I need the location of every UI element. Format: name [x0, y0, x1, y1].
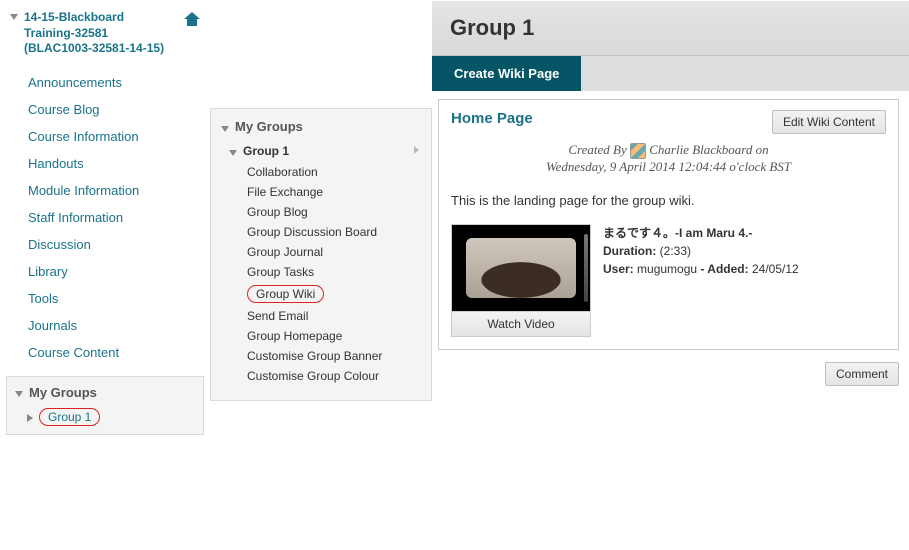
wiki-content: Home Page Edit Wiki Content Created By C… [438, 99, 899, 350]
nav-course-content[interactable]: Course Content [6, 339, 204, 366]
tool-collaboration[interactable]: Collaboration [215, 162, 427, 182]
user-value: mugumogu [637, 262, 697, 276]
tool-customise-group-banner[interactable]: Customise Group Banner [215, 346, 427, 366]
created-prefix: Created By [568, 142, 626, 157]
duration-value: (2:33) [660, 244, 691, 258]
nav-discussion[interactable]: Discussion [6, 231, 204, 258]
edit-wiki-content-button[interactable]: Edit Wiki Content [772, 110, 886, 134]
nav-staff-information[interactable]: Staff Information [6, 204, 204, 231]
nav-library[interactable]: Library [6, 258, 204, 285]
video-thumbnail-image [466, 238, 576, 298]
tab-bar: Create Wiki Page [432, 56, 909, 91]
group-name: Group 1 [243, 144, 289, 158]
course-nav: Announcements Course Blog Course Informa… [6, 69, 204, 366]
page-title: Group 1 [450, 15, 891, 41]
nav-handouts[interactable]: Handouts [6, 150, 204, 177]
tool-group-wiki[interactable]: Group Wiki [215, 282, 427, 306]
my-groups-mid-heading: My Groups [235, 119, 303, 134]
nav-tools[interactable]: Tools [6, 285, 204, 312]
author-name: Charlie Blackboard [649, 142, 752, 157]
tool-group-homepage[interactable]: Group Homepage [215, 326, 427, 346]
collapse-my-groups-mid-icon[interactable] [221, 126, 229, 132]
nav-module-information[interactable]: Module Information [6, 177, 204, 204]
sidebar-group-link[interactable]: Group 1 [48, 410, 91, 424]
chevron-right-icon [414, 146, 419, 154]
watch-video-button[interactable]: Watch Video [452, 311, 590, 336]
created-suffix: on [756, 142, 769, 157]
collapse-group-icon[interactable] [229, 150, 237, 156]
avatar-icon [630, 143, 646, 159]
collapse-course-icon[interactable] [10, 14, 18, 20]
collapse-my-groups-icon[interactable] [15, 391, 23, 397]
nav-announcements[interactable]: Announcements [6, 69, 204, 96]
tool-group-discussion-board[interactable]: Group Discussion Board [215, 222, 427, 242]
home-icon[interactable] [184, 12, 200, 26]
wiki-page-title: Home Page [451, 110, 533, 127]
my-groups-heading: My Groups [29, 385, 97, 400]
course-title-link[interactable]: 14-15-Blackboard Training-32581 (BLAC100… [24, 10, 178, 57]
content-header: Group 1 [432, 0, 909, 56]
tool-group-journal[interactable]: Group Journal [215, 242, 427, 262]
duration-label: Duration: [603, 244, 656, 258]
created-by-line: Created By Charlie Blackboard on Wednesd… [451, 142, 886, 175]
tool-file-exchange[interactable]: File Exchange [215, 182, 427, 202]
group-tools-panel: My Groups Group 1 Collaboration File Exc… [210, 108, 432, 401]
tab-create-wiki-page[interactable]: Create Wiki Page [432, 56, 581, 91]
tool-customise-group-colour[interactable]: Customise Group Colour [215, 366, 427, 386]
nav-course-information[interactable]: Course Information [6, 123, 204, 150]
tool-group-tasks[interactable]: Group Tasks [215, 262, 427, 282]
group-header[interactable]: Group 1 [215, 140, 427, 162]
nav-journals[interactable]: Journals [6, 312, 204, 339]
nav-course-blog[interactable]: Course Blog [6, 96, 204, 123]
my-groups-panel: My Groups Group 1 [6, 376, 204, 435]
user-label: User: [603, 262, 634, 276]
tool-group-blog[interactable]: Group Blog [215, 202, 427, 222]
created-timestamp: Wednesday, 9 April 2014 12:04:44 o'clock… [546, 159, 791, 174]
landing-text: This is the landing page for the group w… [451, 193, 886, 208]
tool-send-email[interactable]: Send Email [215, 306, 427, 326]
video-card: Watch Video [451, 224, 591, 337]
comment-button[interactable]: Comment [825, 362, 899, 386]
expand-group-icon[interactable] [27, 414, 33, 422]
video-thumbnail[interactable] [452, 225, 590, 311]
video-title: まるです４。-I am Maru 4.- [603, 224, 799, 242]
annotation-circle: Group Wiki [247, 285, 324, 303]
annotation-circle: Group 1 [39, 408, 100, 426]
added-label: - Added: [700, 262, 748, 276]
video-metadata: まるです４。-I am Maru 4.- Duration: (2:33) Us… [603, 224, 799, 278]
added-value: 24/05/12 [752, 262, 799, 276]
